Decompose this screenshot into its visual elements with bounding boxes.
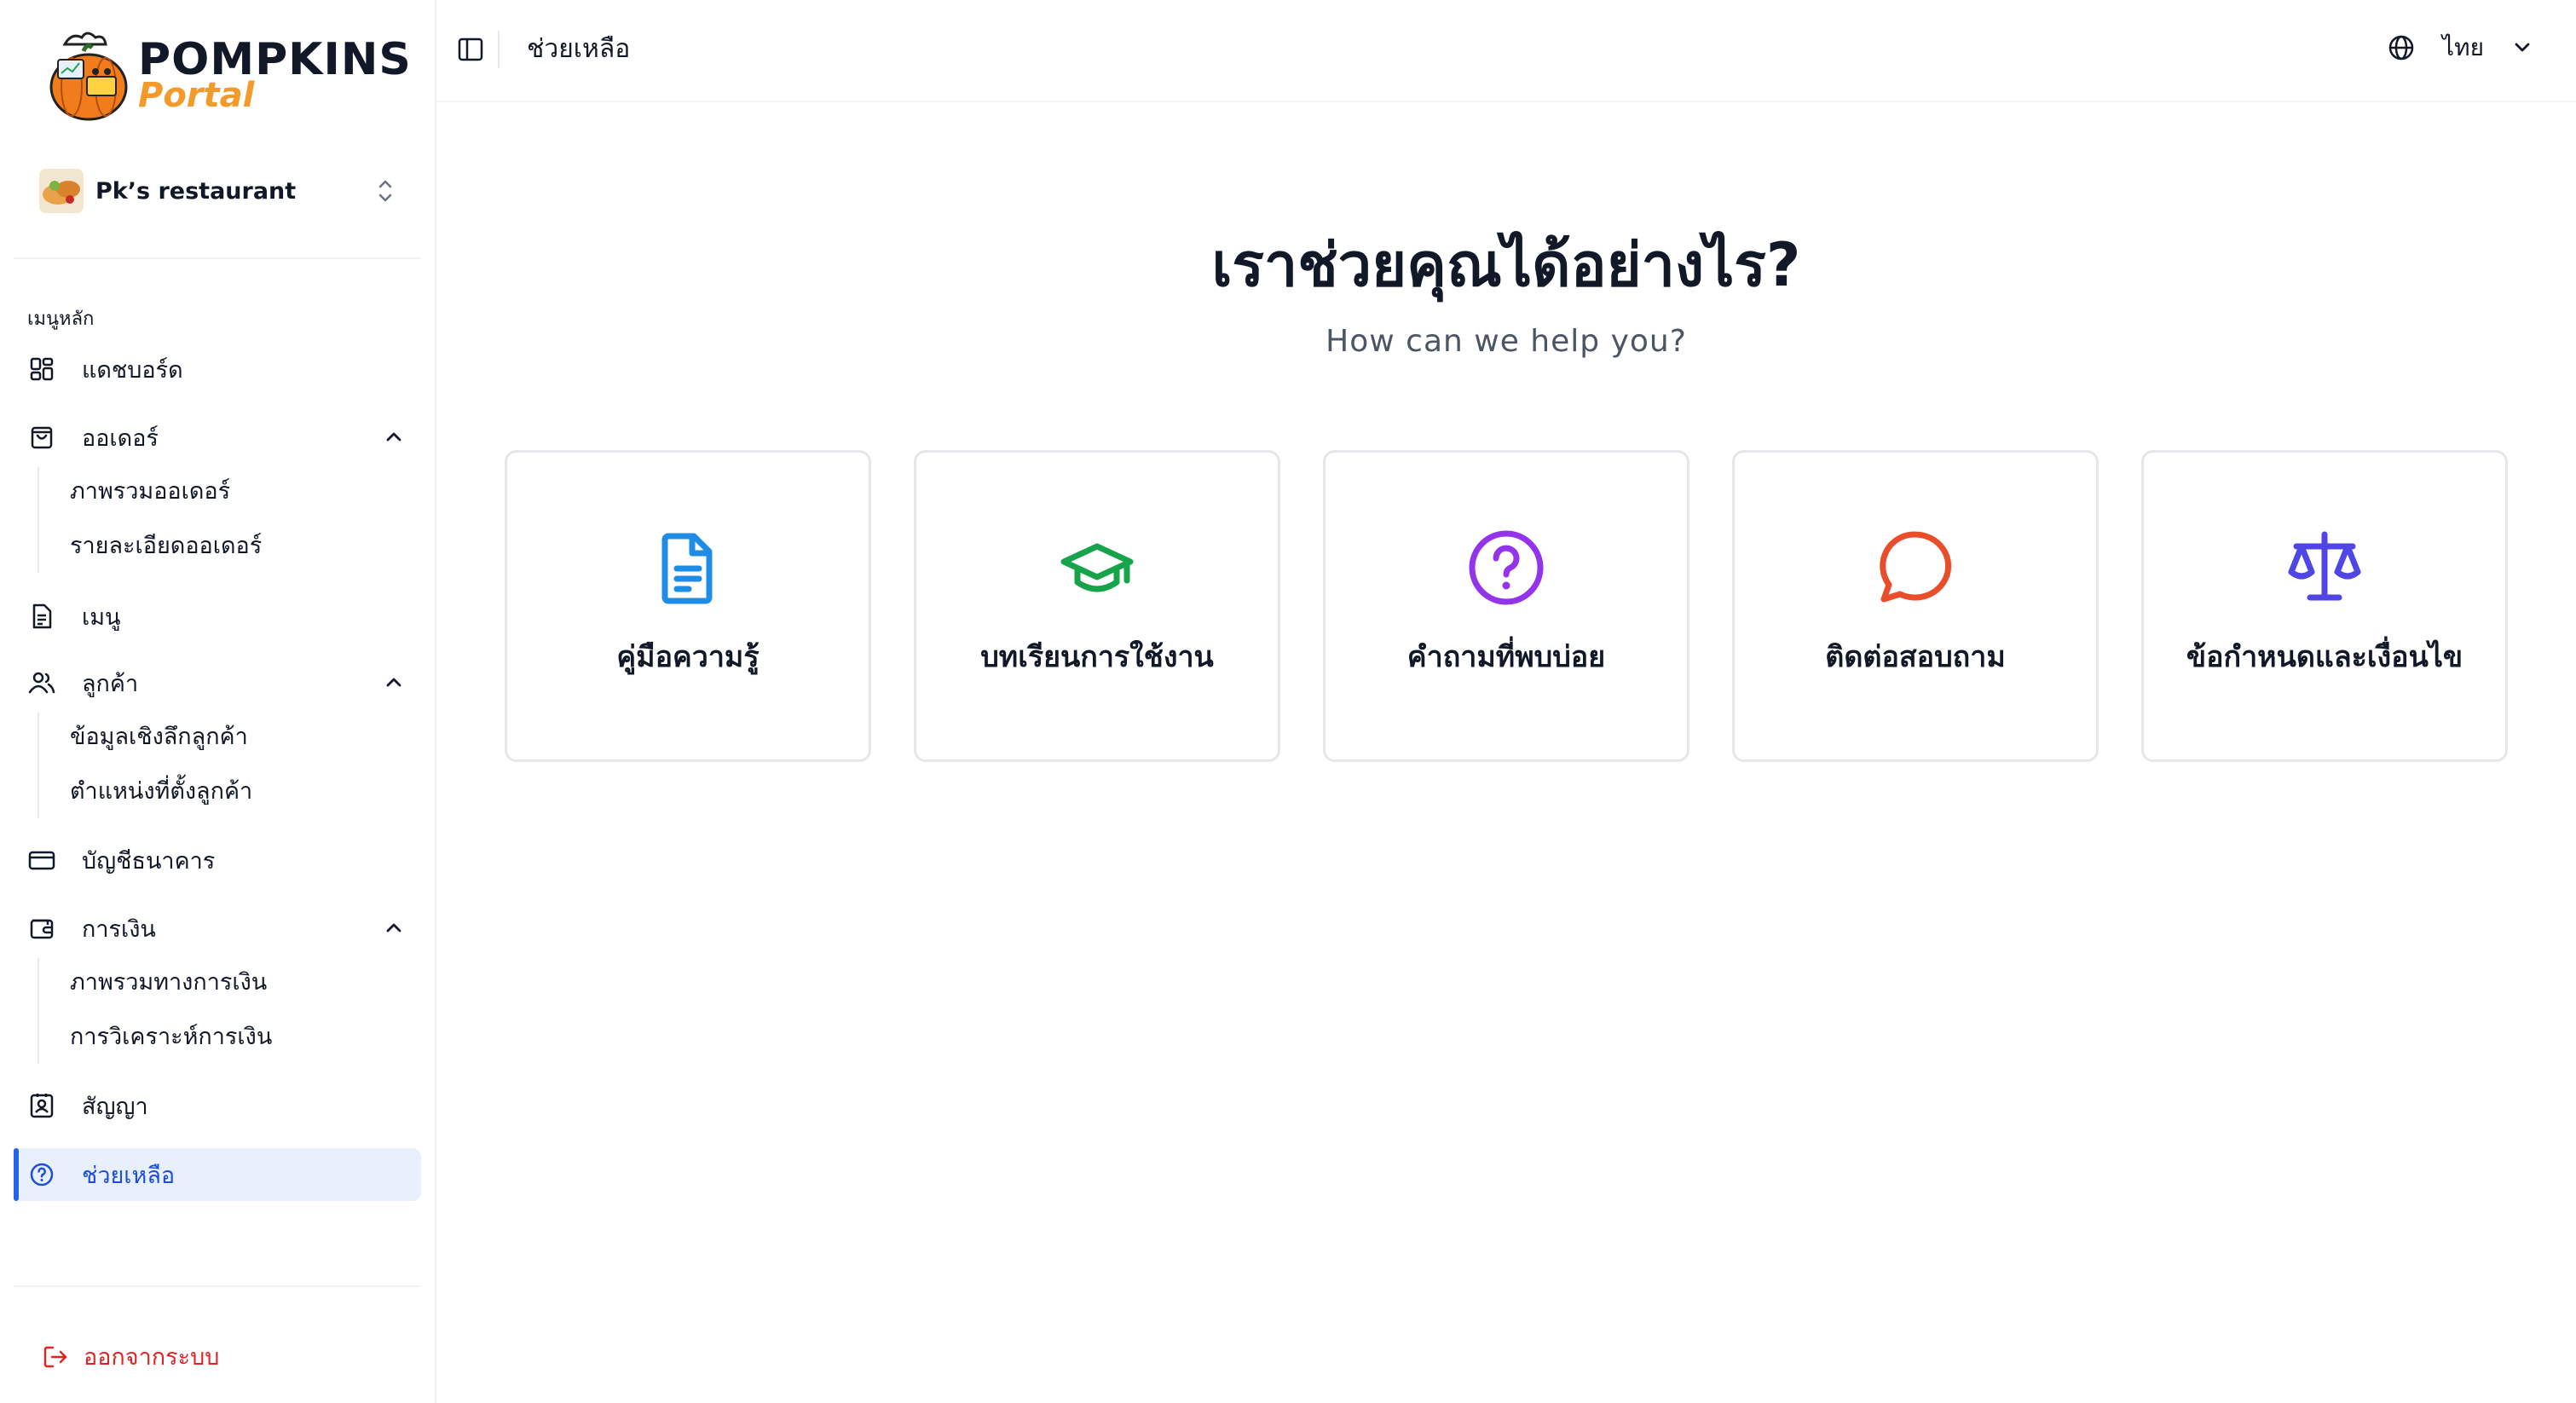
topbar-separator bbox=[498, 31, 500, 68]
card-faq[interactable]: คำถามที่พบบ่อย bbox=[1323, 450, 1689, 762]
sidebar-item-help[interactable]: ช่วยเหลือ bbox=[14, 1148, 421, 1201]
card-label: คู่มือความรู้ bbox=[616, 640, 760, 674]
submenu-item-customer-locations[interactable]: ตำแหน่งที่ตั้งลูกค้า bbox=[70, 772, 252, 809]
submenu-item-finance-analysis[interactable]: การวิเคราะห์การเงิน bbox=[70, 1018, 272, 1054]
sidebar-item-label: เมนู bbox=[82, 603, 121, 631]
customers-submenu: ข้อมูลเชิงลึกลูกค้า ตำแหน่งที่ตั้งลูกค้า bbox=[38, 713, 252, 818]
chevron-up-icon[interactable] bbox=[382, 671, 406, 695]
sidebar-item-label: สัญญา bbox=[82, 1093, 148, 1120]
chevron-up-icon[interactable] bbox=[382, 916, 406, 940]
finance-submenu: ภาพรวมทางการเงิน การวิเคราะห์การเงิน bbox=[38, 958, 272, 1064]
logout-label: ออกจากระบบ bbox=[84, 1344, 220, 1371]
sidebar-item-customers[interactable]: ลูกค้า bbox=[14, 656, 421, 709]
scale-icon bbox=[2288, 531, 2361, 601]
card-tutorials[interactable]: บทเรียนการใช้งาน bbox=[914, 450, 1280, 762]
sidebar-item-label: ช่วยเหลือ bbox=[82, 1162, 176, 1189]
help-circle-icon bbox=[30, 1163, 54, 1186]
submenu-item-order-overview[interactable]: ภาพรวมออเดอร์ bbox=[70, 472, 230, 509]
graduation-cap-icon bbox=[1060, 543, 1134, 592]
submenu-item-finance-overview[interactable]: ภาพรวมทางการเงิน bbox=[70, 963, 267, 1000]
chevron-down-icon bbox=[2515, 43, 2530, 52]
restaurant-avatar bbox=[39, 169, 84, 213]
document-icon bbox=[661, 533, 713, 604]
contact-id-icon bbox=[30, 1094, 54, 1118]
credit-card-icon bbox=[28, 851, 55, 870]
page-title: เราช่วยคุณได้อย่างไร? bbox=[1211, 230, 1801, 300]
page-subtitle: How can we help you? bbox=[1326, 324, 1687, 359]
card-contact[interactable]: ติดต่อสอบถาม bbox=[1732, 450, 2099, 762]
pumpkin-logo-icon bbox=[49, 32, 128, 121]
sidebar-item-label: บัญชีธนาคาร bbox=[82, 847, 216, 875]
card-label: คำถามที่พบบ่อย bbox=[1406, 640, 1606, 674]
sidebar-item-bank-account[interactable]: บัญชีธนาคาร bbox=[14, 834, 421, 886]
active-indicator bbox=[14, 1148, 19, 1201]
language-selector[interactable]: ไทย bbox=[2386, 29, 2535, 66]
sidebar-item-label: ลูกค้า bbox=[82, 670, 139, 697]
language-label: ไทย bbox=[2442, 33, 2484, 61]
globe-icon bbox=[2388, 35, 2414, 61]
shopping-bag-icon bbox=[31, 426, 53, 449]
sidebar-item-label: การเงิน bbox=[82, 915, 156, 943]
chevron-up-down-icon bbox=[378, 180, 392, 202]
main-content: ช่วยเหลือ ไทย เราช่วยคุณได้อย่างไร? How … bbox=[436, 0, 2576, 1403]
sidebar-divider bbox=[14, 1285, 421, 1287]
orders-submenu: ภาพรวมออเดอร์ รายละเอียดออเดอร์ bbox=[38, 467, 262, 573]
sidebar-item-label: ออเดอร์ bbox=[82, 424, 159, 452]
card-label: บทเรียนการใช้งาน bbox=[980, 640, 1214, 674]
sidebar-item-orders[interactable]: ออเดอร์ bbox=[14, 411, 421, 464]
chat-bubble-icon bbox=[1880, 531, 1952, 603]
sidebar-item-menu[interactable]: เมนู bbox=[14, 590, 421, 643]
question-circle-icon bbox=[1469, 530, 1544, 605]
sidebar-item-finance[interactable]: การเงิน bbox=[14, 902, 421, 955]
top-bar: ช่วยเหลือ ไทย bbox=[436, 0, 2576, 102]
sidebar-section-label: เมนูหลัก bbox=[27, 309, 95, 330]
card-terms[interactable]: ข้อกำหนดและเงื่อนไข bbox=[2141, 450, 2508, 762]
sidebar-divider bbox=[14, 257, 421, 259]
logout-button[interactable]: ออกจากระบบ bbox=[41, 1338, 219, 1375]
chevron-up-icon[interactable] bbox=[382, 425, 406, 449]
document-icon bbox=[32, 603, 52, 629]
wallet-icon bbox=[30, 919, 54, 939]
card-knowledge-base[interactable]: คู่มือความรู้ bbox=[505, 450, 871, 762]
dashboard-icon bbox=[30, 357, 54, 381]
app-root: POMPKINS Portal Pk’s restaurant เมนูหลัก bbox=[0, 0, 2576, 1403]
sidebar: POMPKINS Portal Pk’s restaurant เมนูหลัก bbox=[0, 0, 436, 1403]
restaurant-name: Pk’s restaurant bbox=[95, 177, 297, 205]
sidebar-item-contract[interactable]: สัญญา bbox=[14, 1079, 421, 1132]
breadcrumb: ช่วยเหลือ bbox=[527, 34, 631, 64]
logout-icon bbox=[43, 1346, 67, 1367]
brand-logo[interactable]: POMPKINS Portal bbox=[46, 26, 412, 124]
submenu-item-order-details[interactable]: รายละเอียดออเดอร์ bbox=[70, 527, 262, 563]
sidebar-toggle-icon[interactable] bbox=[455, 34, 486, 65]
submenu-item-customer-insights[interactable]: ข้อมูลเชิงลึกลูกค้า bbox=[70, 718, 248, 754]
card-label: ติดต่อสอบถาม bbox=[1825, 640, 2006, 674]
sidebar-item-dashboard[interactable]: แดชบอร์ด bbox=[14, 343, 421, 395]
card-label: ข้อกำหนดและเงื่อนไข bbox=[2186, 640, 2463, 674]
sidebar-item-label: แดชบอร์ด bbox=[82, 356, 183, 384]
restaurant-switcher[interactable]: Pk’s restaurant bbox=[39, 167, 397, 215]
help-cards: คู่มือความรู้ บทเรียนการใช้งาน คำถามที่พ… bbox=[505, 450, 2508, 762]
users-icon bbox=[28, 672, 55, 694]
